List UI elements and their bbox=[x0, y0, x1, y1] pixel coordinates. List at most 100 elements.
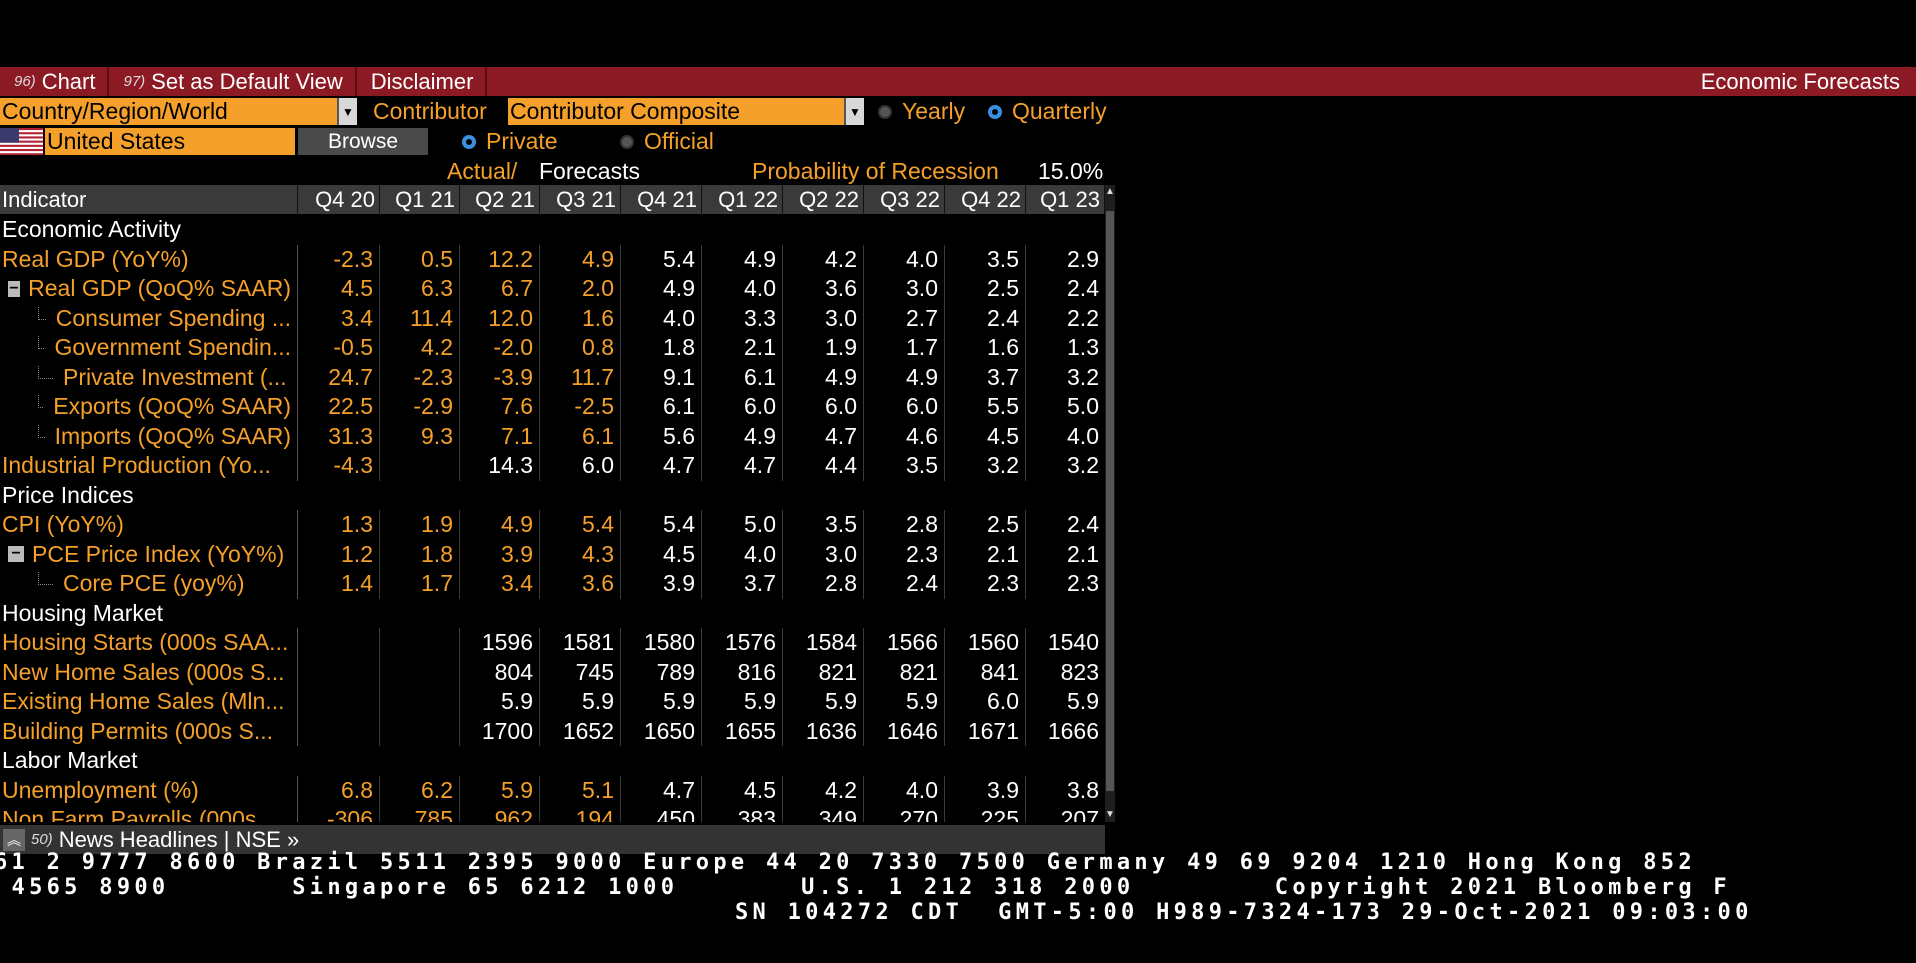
value-cell[interactable]: 4.0 bbox=[702, 539, 783, 569]
value-cell[interactable]: 7.6 bbox=[460, 392, 540, 422]
table-row[interactable]: Building Permits (000s S... 1700 1652 1650 1… bbox=[0, 716, 1105, 746]
value-cell[interactable]: 6.0 bbox=[864, 392, 945, 422]
value-cell[interactable]: 4.2 bbox=[380, 333, 460, 363]
value-cell[interactable]: 450 bbox=[621, 805, 702, 822]
value-cell[interactable]: 3.5 bbox=[945, 244, 1026, 274]
value-cell[interactable]: 3.6 bbox=[783, 274, 864, 304]
value-cell[interactable]: 6.1 bbox=[540, 421, 621, 451]
value-cell[interactable]: 5.9 bbox=[702, 687, 783, 717]
value-cell[interactable]: 3.6 bbox=[540, 569, 621, 599]
value-cell[interactable]: 5.0 bbox=[702, 510, 783, 540]
value-cell[interactable]: 1.9 bbox=[380, 510, 460, 540]
value-cell[interactable] bbox=[298, 716, 380, 746]
value-cell[interactable]: 804 bbox=[460, 657, 540, 687]
value-cell[interactable]: 2.3 bbox=[864, 539, 945, 569]
value-cell[interactable]: 9.1 bbox=[621, 362, 702, 392]
value-cell[interactable]: 2.9 bbox=[1026, 245, 1105, 275]
column-header-q2-22[interactable]: Q2 22 bbox=[783, 185, 864, 214]
value-cell[interactable]: 6.1 bbox=[702, 362, 783, 392]
value-cell[interactable]: 9.3 bbox=[380, 421, 460, 451]
value-cell[interactable]: 1.3 bbox=[1026, 333, 1105, 363]
table-row[interactable]: − PCE Price Index (YoY%) 1.2 1.8 3.9 4.3 4.5 4.… bbox=[0, 539, 1105, 570]
value-cell[interactable]: 4.2 bbox=[783, 775, 864, 805]
value-cell[interactable]: 1.8 bbox=[621, 333, 702, 363]
value-cell[interactable]: -3.9 bbox=[460, 362, 540, 392]
value-cell[interactable]: 4.7 bbox=[621, 451, 702, 481]
value-cell[interactable]: 3.7 bbox=[702, 569, 783, 599]
table-row[interactable]: Non Farm Payrolls (000s... -306 785 962 194 4… bbox=[0, 805, 1105, 822]
column-header-q1-23[interactable]: Q1 23 bbox=[1026, 185, 1105, 214]
value-cell[interactable]: 1576 bbox=[702, 628, 783, 658]
value-cell[interactable]: 962 bbox=[460, 805, 540, 822]
scroll-thumb[interactable] bbox=[1106, 211, 1114, 791]
value-cell[interactable]: 2.3 bbox=[1026, 569, 1105, 599]
value-cell[interactable]: 841 bbox=[945, 657, 1026, 687]
value-cell[interactable]: 11.7 bbox=[540, 362, 621, 392]
column-header-q3-22[interactable]: Q3 22 bbox=[864, 185, 945, 214]
value-cell[interactable] bbox=[380, 687, 460, 717]
value-cell[interactable] bbox=[380, 451, 460, 481]
value-cell[interactable]: 4.9 bbox=[702, 421, 783, 451]
private-radio[interactable]: Private bbox=[462, 128, 558, 155]
value-cell[interactable]: 2.7 bbox=[864, 303, 945, 333]
table-row[interactable]: Housing Starts (000s SAA... 1596 1581 1580 1… bbox=[0, 628, 1105, 658]
value-cell[interactable]: 3.2 bbox=[945, 451, 1026, 481]
value-cell[interactable]: 207 bbox=[1026, 805, 1105, 822]
value-cell[interactable]: 1584 bbox=[783, 628, 864, 658]
table-row[interactable]: Unemployment (%) 6.8 6.2 5.9 5.1 4.7 4.5 4.2 4.0… bbox=[0, 775, 1105, 805]
value-cell[interactable]: 4.4 bbox=[783, 451, 864, 481]
value-cell[interactable]: 2.1 bbox=[1026, 540, 1105, 570]
value-cell[interactable]: 0.8 bbox=[540, 333, 621, 363]
value-cell[interactable]: 4.7 bbox=[783, 421, 864, 451]
value-cell[interactable]: 4.2 bbox=[783, 244, 864, 274]
value-cell[interactable]: 3.2 bbox=[1026, 451, 1105, 481]
value-cell[interactable]: 6.8 bbox=[298, 775, 380, 805]
value-cell[interactable]: 745 bbox=[540, 657, 621, 687]
value-cell[interactable] bbox=[298, 687, 380, 717]
value-cell[interactable]: 3.0 bbox=[783, 303, 864, 333]
value-cell[interactable]: 4.0 bbox=[1026, 422, 1105, 452]
value-cell[interactable]: 4.5 bbox=[621, 539, 702, 569]
value-cell[interactable]: 225 bbox=[945, 805, 1026, 822]
value-cell[interactable]: 24.7 bbox=[298, 362, 380, 392]
value-cell[interactable]: 4.5 bbox=[945, 421, 1026, 451]
value-cell[interactable]: 4.0 bbox=[864, 775, 945, 805]
value-cell[interactable]: 5.0 bbox=[1026, 392, 1105, 422]
value-cell[interactable]: 4.5 bbox=[702, 775, 783, 805]
value-cell[interactable]: 1650 bbox=[621, 716, 702, 746]
value-cell[interactable]: 1700 bbox=[460, 716, 540, 746]
value-cell[interactable]: 4.9 bbox=[540, 244, 621, 274]
value-cell[interactable]: 4.7 bbox=[702, 451, 783, 481]
table-row[interactable]: CPI (YoY%) 1.3 1.9 4.9 5.4 5.4 5.0 3.5 2.8 2.5 2.4 bbox=[0, 510, 1105, 540]
value-cell[interactable]: 4.9 bbox=[783, 362, 864, 392]
value-cell[interactable] bbox=[298, 628, 380, 658]
value-cell[interactable]: 789 bbox=[621, 657, 702, 687]
value-cell[interactable]: 2.3 bbox=[945, 569, 1026, 599]
value-cell[interactable]: 821 bbox=[864, 657, 945, 687]
value-cell[interactable]: 2.1 bbox=[945, 539, 1026, 569]
column-header-q2-21[interactable]: Q2 21 bbox=[460, 185, 540, 214]
value-cell[interactable]: 4.9 bbox=[864, 362, 945, 392]
official-radio[interactable]: Official bbox=[620, 128, 714, 155]
value-cell[interactable]: 4.6 bbox=[864, 421, 945, 451]
value-cell[interactable]: 5.6 bbox=[621, 421, 702, 451]
table-row[interactable]: New Home Sales (000s S... 804 745 789 816 821… bbox=[0, 657, 1105, 687]
value-cell[interactable]: 6.0 bbox=[783, 392, 864, 422]
value-cell[interactable]: 5.9 bbox=[1026, 687, 1105, 717]
value-cell[interactable]: 3.4 bbox=[298, 303, 380, 333]
value-cell[interactable]: 6.0 bbox=[702, 392, 783, 422]
table-scrollbar[interactable]: ▲ ▼ bbox=[1105, 185, 1115, 822]
table-row[interactable]: Industrial Production (Yo... -4.3 14.3 6.0 4… bbox=[0, 451, 1105, 481]
value-cell[interactable]: 3.9 bbox=[621, 569, 702, 599]
value-cell[interactable]: 4.0 bbox=[864, 244, 945, 274]
table-row[interactable]: Exports (QoQ% SAAR) 22.5 -2.9 7.6 -2.5 6.1 6.0… bbox=[0, 392, 1105, 422]
value-cell[interactable]: 7.1 bbox=[460, 421, 540, 451]
value-cell[interactable]: 0.5 bbox=[380, 244, 460, 274]
value-cell[interactable]: 1.8 bbox=[380, 539, 460, 569]
value-cell[interactable]: 4.9 bbox=[621, 274, 702, 304]
column-header-q3-21[interactable]: Q3 21 bbox=[540, 185, 621, 214]
table-row[interactable]: Core PCE (yoy%) 1.4 1.7 3.4 3.6 3.9 3.7 2.8 2.4 2… bbox=[0, 569, 1105, 599]
value-cell[interactable]: 4.7 bbox=[621, 775, 702, 805]
value-cell[interactable]: 5.4 bbox=[621, 244, 702, 274]
value-cell[interactable]: -2.3 bbox=[298, 244, 380, 274]
